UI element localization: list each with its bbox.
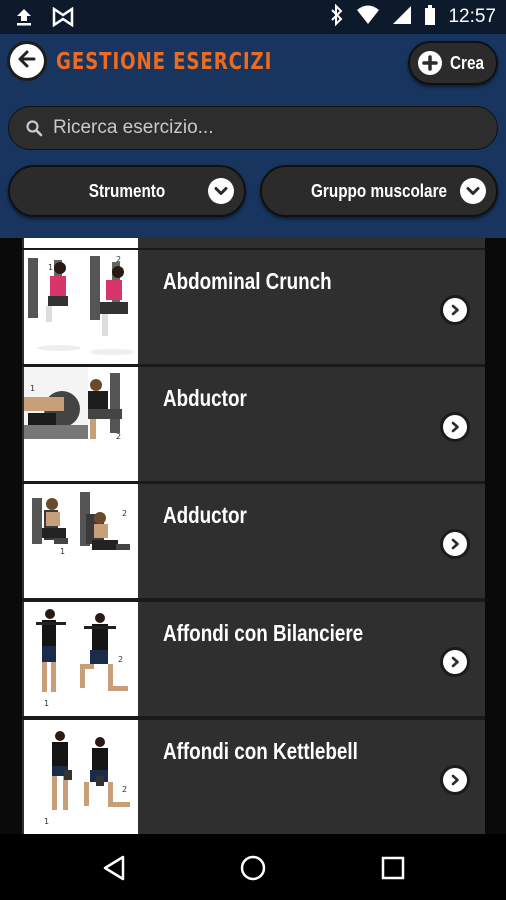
svg-text:2: 2: [122, 785, 127, 794]
svg-text:1: 1: [44, 699, 49, 708]
recents-square-icon[interactable]: [375, 850, 411, 886]
list-item[interactable]: 1 2 Abductor: [22, 367, 485, 483]
exercise-thumbnail: 1 2: [24, 720, 138, 834]
plus-icon: [418, 51, 442, 75]
svg-text:2: 2: [122, 509, 127, 518]
wifi-icon: [356, 4, 380, 30]
exercise-thumbnail: 1 2: [24, 367, 138, 481]
chevron-right-icon[interactable]: [443, 768, 467, 792]
upload-icon: [14, 7, 34, 31]
search-icon: [25, 119, 43, 137]
svg-text:2: 2: [118, 655, 123, 664]
muscle-group-filter-dropdown[interactable]: Gruppo muscolare: [260, 165, 498, 217]
svg-text:2: 2: [116, 255, 121, 264]
chevron-right-icon[interactable]: [443, 650, 467, 674]
create-button[interactable]: Crea: [408, 41, 498, 85]
exercise-name: Affondi con Kettlebell: [163, 738, 358, 764]
chevron-right-icon[interactable]: [443, 298, 467, 322]
exercise-thumbnail: 1 2: [24, 250, 138, 364]
svg-text:1: 1: [44, 817, 49, 826]
exercise-thumbnail: [24, 238, 138, 248]
muscle-group-filter-label: Gruppo muscolare: [310, 180, 448, 201]
list-item[interactable]: 1 2 Adductor: [22, 484, 485, 600]
svg-text:1: 1: [30, 384, 35, 393]
exercise-thumbnail: 1 2: [24, 484, 138, 598]
chevron-right-icon[interactable]: [443, 532, 467, 556]
exercise-list[interactable]: 1 2 Abdominal Crunch 1 2 Abductor 1 2 Ad…: [22, 238, 485, 834]
tool-filter-dropdown[interactable]: Strumento: [8, 165, 246, 217]
app-header: GESTIONE ESERCIZI Crea Strumento Gruppo …: [0, 34, 506, 238]
create-button-label: Crea: [450, 52, 485, 73]
exercise-name: Adductor: [163, 502, 247, 528]
arrow-left-icon: [17, 49, 37, 73]
search-input[interactable]: [51, 116, 497, 140]
signal-icon: [392, 4, 412, 30]
exercise-name: Affondi con Bilanciere: [163, 620, 364, 646]
list-item[interactable]: 1 2 Affondi con Kettlebell: [22, 720, 485, 834]
back-triangle-icon[interactable]: [96, 850, 132, 886]
home-circle-icon[interactable]: [235, 850, 271, 886]
status-bar: 12:57: [0, 0, 506, 34]
clock: 12:57: [448, 6, 496, 27]
exercise-thumbnail: 1 2: [24, 602, 138, 716]
exercise-name: Abductor: [163, 385, 247, 411]
list-item-partial[interactable]: [22, 238, 485, 250]
chevron-right-icon[interactable]: [443, 415, 467, 439]
page-title: GESTIONE ESERCIZI: [56, 49, 273, 75]
svg-text:2: 2: [116, 432, 121, 441]
search-bar[interactable]: [8, 106, 498, 150]
list-item[interactable]: 1 2 Abdominal Crunch: [22, 250, 485, 366]
chevron-down-icon: [460, 178, 486, 204]
bluetooth-icon: [330, 3, 344, 30]
svg-text:1: 1: [60, 547, 65, 556]
back-button[interactable]: [10, 44, 44, 78]
bowtie-icon: [52, 6, 74, 31]
chevron-down-icon: [208, 178, 234, 204]
exercise-name: Abdominal Crunch: [163, 268, 332, 294]
battery-icon: [424, 4, 436, 30]
list-item[interactable]: 1 2 Affondi con Bilanciere: [22, 602, 485, 718]
tool-filter-label: Strumento: [88, 180, 166, 201]
navigation-bar: [0, 834, 506, 900]
svg-text:1: 1: [48, 263, 53, 272]
